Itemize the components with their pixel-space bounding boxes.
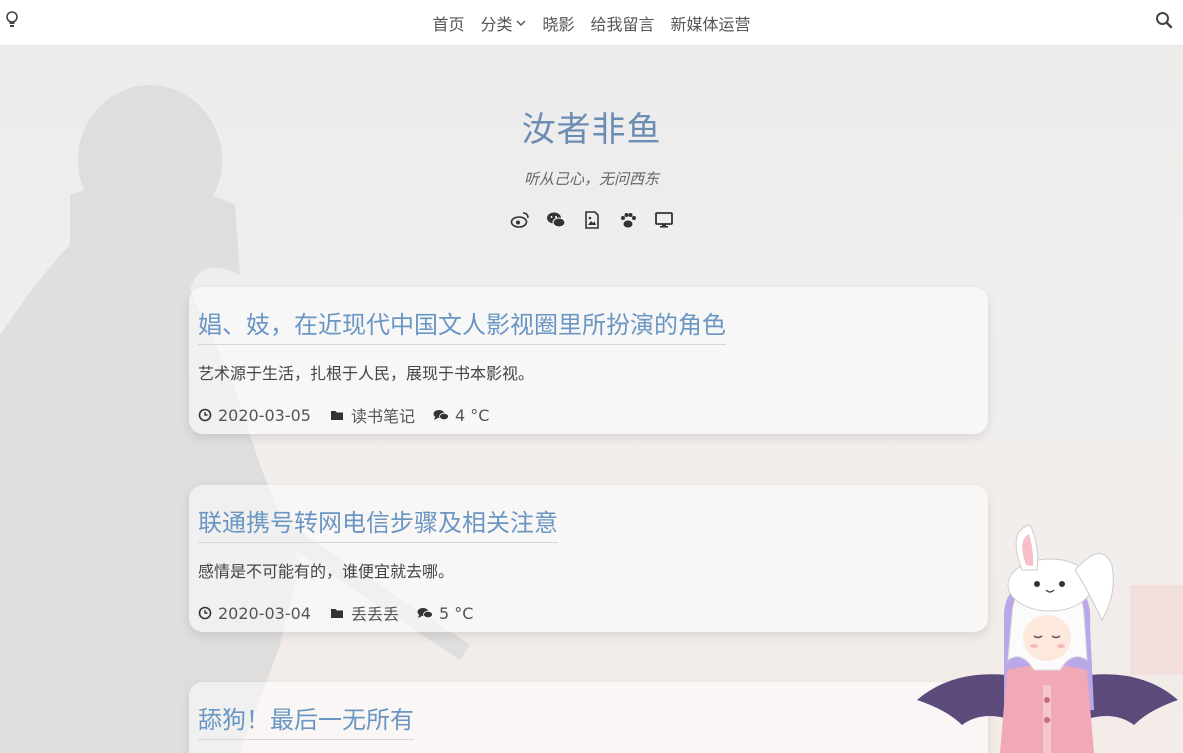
post-comments[interactable]: 5 °C xyxy=(439,604,473,623)
nav-xiaoying-label: 晓影 xyxy=(542,14,575,34)
clock-icon xyxy=(198,606,212,620)
nav-item-xiaoying[interactable]: 晓影 xyxy=(542,11,574,35)
nav-item-category[interactable]: 分类 xyxy=(480,11,526,35)
post-title[interactable]: 娼、妓，在近现代中国文人影视圈里所扮演的角色 xyxy=(198,305,726,345)
nav-category-label: 分类 xyxy=(480,14,513,34)
post-card: 娼、妓，在近现代中国文人影视圈里所扮演的角色 艺术源于生活，扎根于人民，展现于书… xyxy=(189,287,988,434)
chevron-down-icon xyxy=(516,20,526,26)
post-meta: 2020-03-04 丢丢丢 5 °C xyxy=(198,601,473,625)
desktop-icon[interactable] xyxy=(654,210,674,230)
post-category[interactable]: 丢丢丢 xyxy=(351,601,399,625)
clock-icon xyxy=(198,408,212,422)
nav-item-new-media[interactable]: 新媒体运营 xyxy=(671,11,751,35)
post-title[interactable]: 联通携号转网电信步骤及相关注意 xyxy=(198,503,558,543)
post-meta: 2020-03-05 读书笔记 4 °C xyxy=(198,403,489,427)
post-card: 舔狗！最后一无所有 xyxy=(189,682,988,753)
main-nav: 首页 分类 晓影 给我留言 新媒体运营 xyxy=(0,0,1183,45)
post-excerpt: 感情是不可能有的，谁便宜就去哪。 xyxy=(198,562,455,581)
nav-item-guestbook[interactable]: 给我留言 xyxy=(591,11,655,35)
comments-icon xyxy=(417,608,433,619)
paw-icon[interactable] xyxy=(618,210,638,230)
wechat-icon[interactable] xyxy=(546,210,566,230)
post-category[interactable]: 读书笔记 xyxy=(351,403,415,427)
post-excerpt: 艺术源于生活，扎根于人民，展现于书本影视。 xyxy=(198,364,535,383)
post-card: 联通携号转网电信步骤及相关注意 感情是不可能有的，谁便宜就去哪。 2020-03… xyxy=(189,485,988,632)
post-title[interactable]: 舔狗！最后一无所有 xyxy=(198,700,414,740)
folder-icon xyxy=(330,609,343,618)
folder-icon xyxy=(330,411,343,420)
nav-new-media-label: 新媒体运营 xyxy=(670,14,751,34)
nav-item-home[interactable]: 首页 xyxy=(432,11,464,35)
image-icon[interactable] xyxy=(582,210,602,230)
weibo-icon[interactable] xyxy=(510,210,530,230)
nav-home-label: 首页 xyxy=(432,14,465,34)
site-title[interactable]: 汝者非鱼 xyxy=(0,102,1183,151)
search-icon[interactable] xyxy=(1155,11,1173,29)
social-links xyxy=(0,210,1183,230)
top-navigation-bar: 首页 分类 晓影 给我留言 新媒体运营 xyxy=(0,0,1183,46)
post-comments[interactable]: 4 °C xyxy=(455,406,489,425)
post-date: 2020-03-05 xyxy=(218,405,311,425)
nav-guestbook-label: 给我留言 xyxy=(590,14,655,34)
comments-icon xyxy=(433,410,449,421)
site-subtitle: 听从己心，无问西东 xyxy=(523,170,659,188)
mascot-character[interactable] xyxy=(912,520,1183,753)
post-date: 2020-03-04 xyxy=(218,603,311,623)
